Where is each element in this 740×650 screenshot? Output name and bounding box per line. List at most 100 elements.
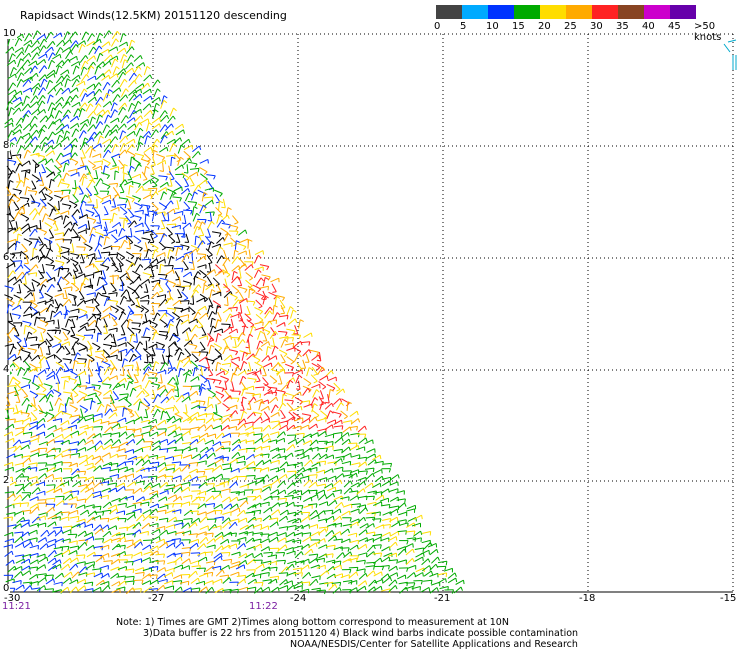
- wind-barb: [183, 144, 193, 151]
- wind-barb-feather: [57, 171, 62, 174]
- wind-barb: [181, 446, 191, 452]
- wind-barb-feather: [60, 32, 63, 37]
- wind-barb-feather: [10, 288, 14, 292]
- wind-barb: [87, 61, 94, 70]
- wind-barb: [85, 386, 95, 389]
- wind-barb: [96, 276, 100, 286]
- wind-barb-feather: [122, 311, 127, 316]
- wind-barb-feather: [106, 175, 110, 180]
- wind-barb-feather: [7, 194, 12, 196]
- wind-barb: [137, 401, 141, 411]
- wind-barb: [221, 447, 231, 450]
- wind-barb: [72, 65, 77, 75]
- wind-barb: [159, 298, 166, 307]
- wind-barb-feather: [172, 283, 176, 288]
- wind-barb-feather: [164, 160, 167, 165]
- wind-barb-feather: [76, 338, 80, 343]
- wind-barb: [319, 390, 324, 399]
- wind-barb-feather: [109, 452, 111, 457]
- wind-barb: [311, 409, 320, 416]
- wind-barb: [28, 476, 38, 480]
- wind-barb-feather: [203, 471, 206, 476]
- wind-barb-feather: [21, 66, 25, 71]
- wind-barb: [276, 322, 285, 328]
- wind-barb-feather: [204, 424, 207, 429]
- wind-barb-feather: [51, 46, 54, 51]
- wind-barb: [18, 284, 22, 294]
- wind-barb: [189, 538, 199, 543]
- wind-barb: [97, 235, 101, 245]
- wind-barb: [365, 495, 375, 498]
- wind-barb-feather: [107, 518, 110, 523]
- wind-barb: [86, 292, 96, 296]
- wind-barb: [53, 427, 63, 432]
- wind-barb: [142, 103, 150, 111]
- wind-barb: [79, 509, 88, 516]
- wind-barb: [23, 204, 25, 214]
- wind-barb: [31, 354, 39, 362]
- wind-barb-feather: [43, 78, 48, 83]
- wind-barb: [119, 296, 125, 305]
- wind-barb: [263, 332, 268, 342]
- wind-barb-feather: [58, 360, 63, 364]
- wind-barb-feather: [41, 100, 46, 105]
- wind-barb: [53, 81, 62, 89]
- wind-barb-feather: [159, 290, 164, 293]
- wind-barb: [319, 375, 328, 381]
- wind-barb-feather: [11, 142, 15, 146]
- wind-barb: [215, 404, 218, 414]
- wind-barb: [299, 475, 309, 479]
- wind-barb: [109, 136, 116, 144]
- wind-barb-feather: [224, 371, 229, 376]
- wind-barb-feather: [276, 537, 279, 542]
- wind-barb-feather: [164, 124, 168, 129]
- wind-barb-feather: [59, 311, 63, 316]
- wind-barb-feather: [133, 353, 137, 358]
- wind-barb: [220, 227, 229, 234]
- wind-barb-feather: [33, 247, 38, 251]
- wind-barb: [231, 444, 240, 452]
- wind-barb-feather: [299, 479, 302, 484]
- wind-barb: [318, 501, 328, 506]
- wind-barb: [7, 524, 17, 527]
- wind-barb: [70, 394, 74, 404]
- wind-barb-feather: [156, 138, 160, 143]
- wind-barb-feather: [190, 518, 193, 523]
- wind-barb: [340, 528, 349, 535]
- wind-barb-feather: [259, 366, 263, 370]
- wind-barb: [118, 235, 127, 241]
- wind-barb-feather: [84, 409, 89, 413]
- wind-barb: [300, 454, 309, 460]
- wind-barb-feather: [236, 503, 239, 508]
- wind-barb: [87, 314, 95, 322]
- wind-barb-feather: [180, 487, 183, 492]
- wind-barb: [219, 456, 229, 459]
- wind-barb: [260, 538, 270, 544]
- wind-barb: [191, 353, 199, 361]
- wind-barb: [94, 445, 103, 453]
- wind-barb: [142, 179, 151, 186]
- wind-barb-feather: [318, 514, 320, 520]
- wind-barb-feather: [46, 529, 50, 535]
- wind-barb: [182, 454, 192, 459]
- wind-barb: [54, 110, 60, 119]
- wind-barb-feather: [59, 134, 64, 138]
- wind-barb-feather: [203, 401, 206, 406]
- wind-barb-feather: [396, 517, 399, 522]
- wind-barb: [54, 232, 64, 235]
- wind-barb-feather: [147, 205, 151, 210]
- wind-barb: [132, 158, 141, 165]
- wind-barb-feather: [42, 87, 47, 92]
- wind-barb: [295, 452, 305, 457]
- wind-barb: [216, 237, 224, 244]
- wind-barb-feather: [67, 78, 71, 82]
- wind-barb-feather: [12, 82, 17, 87]
- wind-barb-feather: [23, 250, 28, 253]
- wind-barb: [71, 388, 79, 396]
- wind-barb: [167, 376, 174, 385]
- wind-barb: [134, 284, 141, 293]
- wind-barb-feather: [187, 300, 190, 305]
- wind-barb: [181, 291, 189, 299]
- wind-barb: [286, 306, 291, 316]
- wind-barb: [208, 344, 212, 354]
